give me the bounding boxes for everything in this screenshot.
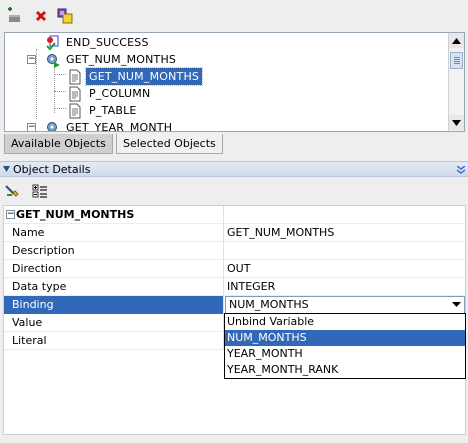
dropdown-option[interactable]: NUM_MONTHS bbox=[225, 330, 465, 346]
tab-available-objects[interactable]: Available Objects bbox=[4, 134, 113, 154]
main-toolbar bbox=[0, 0, 468, 32]
property-value[interactable]: OUT bbox=[225, 260, 465, 278]
delete-button[interactable] bbox=[32, 7, 50, 25]
scroll-thumb[interactable] bbox=[450, 52, 463, 69]
property-label: Direction bbox=[4, 260, 224, 278]
red-x-icon bbox=[35, 10, 47, 22]
binding-dropdown-list[interactable]: Unbind Variable NUM_MONTHS YEAR_MONTH YE… bbox=[224, 313, 466, 379]
tree-item-label: GET_YEAR_MONTH bbox=[66, 121, 173, 132]
categorize-button[interactable] bbox=[32, 183, 48, 202]
add-plus-icon bbox=[8, 7, 20, 22]
tree-item-get-num-months[interactable]: − GET_NUM_MONTHS bbox=[5, 51, 445, 68]
property-label: Data type bbox=[4, 278, 224, 296]
tree-item-p-table[interactable]: P_TABLE bbox=[5, 102, 445, 119]
property-label: Value bbox=[4, 314, 224, 332]
property-value[interactable] bbox=[225, 242, 465, 260]
property-row-data-type[interactable]: Data type INTEGER bbox=[4, 278, 465, 296]
tree-item-label: END_SUCCESS bbox=[66, 36, 149, 49]
dropdown-option[interactable]: YEAR_MONTH bbox=[225, 346, 465, 362]
chevron-down-icon[interactable] bbox=[450, 298, 462, 312]
property-toolbar bbox=[0, 179, 468, 203]
property-row-direction[interactable]: Direction OUT bbox=[4, 260, 465, 278]
binding-select-value: NUM_MONTHS bbox=[229, 298, 309, 311]
tree-scrollbar[interactable] bbox=[448, 33, 464, 131]
property-label: Description bbox=[4, 242, 224, 260]
tree-item-label: GET_NUM_MONTHS bbox=[66, 53, 177, 66]
property-value[interactable]: GET_NUM_MONTHS bbox=[225, 224, 465, 242]
tree-item-label: P_TABLE bbox=[89, 104, 137, 117]
tree-item-end-success[interactable]: END_SUCCESS bbox=[5, 34, 445, 51]
property-label: Literal bbox=[4, 332, 224, 350]
scroll-up-button[interactable] bbox=[449, 33, 464, 48]
tree-item-p-column[interactable]: P_COLUMN bbox=[5, 85, 445, 102]
collapse-toggle[interactable]: − bbox=[27, 55, 36, 64]
property-row-binding[interactable]: Binding NUM_MONTHS bbox=[4, 296, 465, 314]
property-label: Name bbox=[4, 224, 224, 242]
dropdown-option[interactable]: YEAR_MONTH_RANK bbox=[225, 362, 465, 378]
scroll-down-button[interactable] bbox=[449, 115, 464, 130]
dropdown-option[interactable]: Unbind Variable bbox=[225, 314, 465, 330]
panel-title: Object Details bbox=[13, 163, 91, 176]
section-title: GET_NUM_MONTHS bbox=[4, 206, 224, 224]
sort-button[interactable] bbox=[4, 183, 20, 202]
variables-button[interactable] bbox=[56, 7, 74, 25]
property-value[interactable]: INTEGER bbox=[225, 278, 465, 296]
property-row-description[interactable]: Description bbox=[4, 242, 465, 260]
filter-pen-icon bbox=[5, 185, 19, 197]
triangle-down-icon bbox=[452, 119, 461, 126]
tree-item-get-year-month[interactable]: − GET_YEAR_MONTH bbox=[5, 119, 445, 132]
property-label: Binding bbox=[4, 296, 224, 314]
object-tabs: Available Objects Selected Objects bbox=[0, 133, 468, 155]
triangle-up-icon bbox=[452, 37, 461, 44]
tree-item-label: P_COLUMN bbox=[89, 87, 151, 100]
tab-selected-objects[interactable]: Selected Objects bbox=[116, 134, 223, 154]
property-row-name[interactable]: Name GET_NUM_MONTHS bbox=[4, 224, 465, 242]
collapse-toggle[interactable]: − bbox=[27, 123, 36, 131]
binding-select[interactable]: NUM_MONTHS bbox=[225, 296, 465, 314]
object-grid-icon bbox=[57, 8, 73, 24]
panel-menu-icon[interactable] bbox=[457, 166, 465, 174]
object-details-header[interactable]: Object Details bbox=[0, 161, 468, 177]
categories-icon bbox=[32, 184, 47, 198]
add-object-button[interactable] bbox=[6, 7, 24, 25]
section-header[interactable]: − GET_NUM_MONTHS bbox=[4, 206, 465, 224]
procedure-icon bbox=[45, 120, 61, 131]
collapse-triangle-icon[interactable] bbox=[3, 166, 10, 172]
tree-item-param-get-num-months[interactable]: GET_NUM_MONTHS bbox=[5, 67, 445, 86]
object-tree[interactable]: END_SUCCESS − GET_NUM_MONTHS GET_NUM_MON… bbox=[4, 32, 465, 132]
tree-item-label: GET_NUM_MONTHS bbox=[84, 67, 204, 86]
